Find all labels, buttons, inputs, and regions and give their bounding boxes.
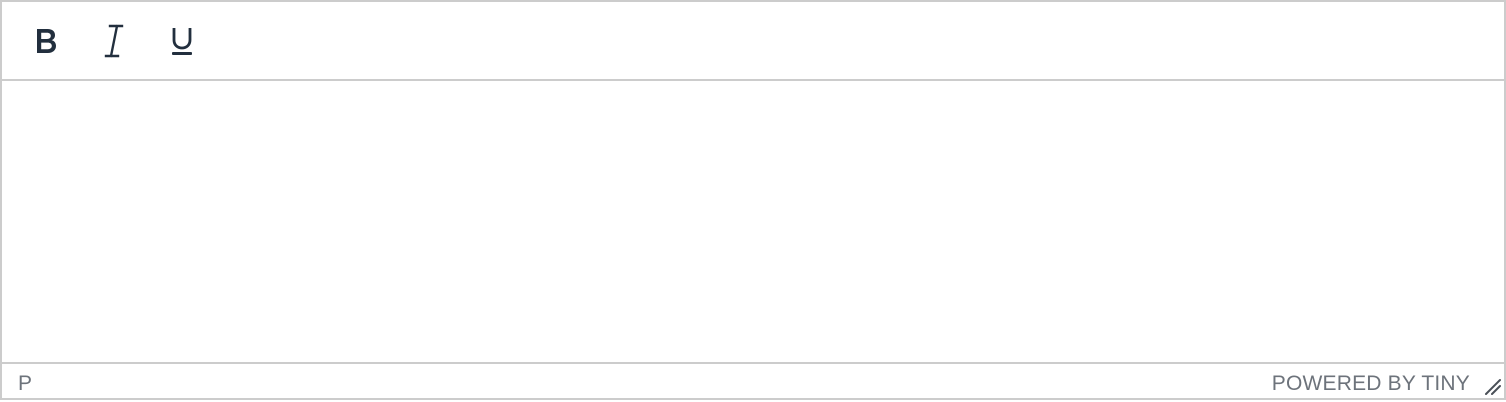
resize-handle-icon[interactable] [1482,376,1502,396]
underline-button[interactable] [160,20,204,62]
bold-icon [37,29,56,53]
italic-icon [104,24,124,58]
editor-toolbar [2,2,1504,81]
italic-button[interactable] [92,20,136,62]
editor-statusbar: P POWERED BY TINY [2,362,1504,398]
underline-icon [172,28,192,55]
powered-by-tiny-link[interactable]: POWERED BY TINY [1272,372,1470,396]
bold-button[interactable] [24,20,68,62]
element-path[interactable]: P [18,372,32,396]
editor-content-area[interactable] [2,81,1504,362]
rich-text-editor: P POWERED BY TINY [0,0,1506,400]
